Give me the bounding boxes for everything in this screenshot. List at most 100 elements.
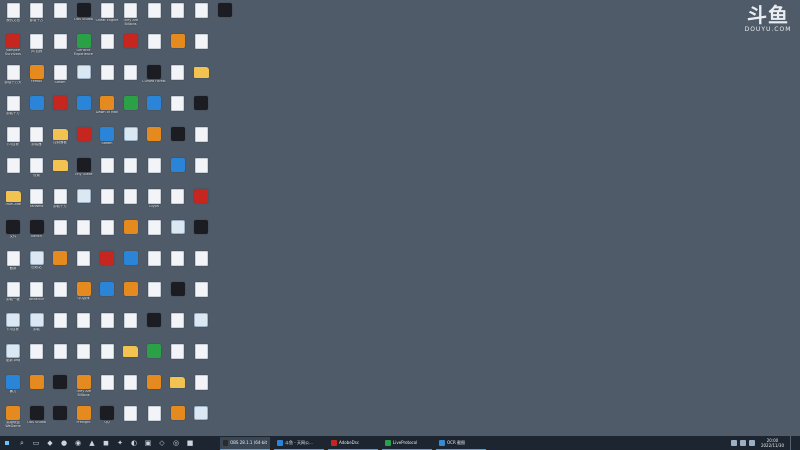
desktop-icon[interactable]: 设置	[25, 156, 49, 186]
desktop-icon[interactable]: 文件	[1, 218, 25, 248]
desktop-icon[interactable]: Attractor	[25, 280, 49, 310]
desktop-icon[interactable]	[95, 342, 119, 372]
desktop-icon[interactable]	[166, 342, 190, 372]
desktop-icon[interactable]	[119, 342, 143, 372]
desktop-icon[interactable]	[166, 63, 190, 93]
desktop-icon[interactable]	[166, 125, 190, 155]
desktop-icon[interactable]	[189, 156, 213, 186]
desktop-icon[interactable]: 回收站	[25, 249, 49, 279]
desktop-icon[interactable]	[142, 404, 166, 434]
desktop-icon[interactable]: 卸载千方天	[1, 63, 25, 93]
desktop-icon[interactable]	[95, 311, 119, 341]
desktop-icon[interactable]	[95, 187, 119, 217]
desktop-icon[interactable]: 卸载	[25, 311, 49, 341]
desktop-icon[interactable]	[72, 187, 96, 217]
input-method-icon[interactable]	[748, 440, 755, 446]
desktop-icon[interactable]	[95, 249, 119, 279]
desktop-icon[interactable]: 卸载器	[25, 125, 49, 155]
desktop-icon[interactable]	[95, 373, 119, 403]
desktop-icon[interactable]	[119, 156, 143, 186]
desktop-icon[interactable]: Glyph	[142, 187, 166, 217]
desktop-icon[interactable]: Steam	[48, 63, 72, 93]
desktop-icon[interactable]	[95, 156, 119, 186]
desktop-icon[interactable]	[189, 342, 213, 372]
desktop-icon[interactable]	[142, 156, 166, 186]
desktop-icon[interactable]: Firefox	[25, 63, 49, 93]
desktop-icon[interactable]	[119, 373, 143, 403]
desktop-icon[interactable]: Vampire Survivors	[1, 32, 25, 62]
desktop-icon[interactable]	[189, 218, 213, 248]
desktop-icon[interactable]	[166, 373, 190, 403]
desktop-icon[interactable]	[189, 63, 213, 93]
desktop-icon[interactable]	[48, 156, 72, 186]
desktop-icon[interactable]: They Are Billions	[119, 1, 143, 31]
taskbar-task-button[interactable]: LiveProtocol	[382, 437, 432, 450]
desktop-icon[interactable]: Cursed Forest	[142, 63, 166, 93]
pin-app-3-icon[interactable]: ◉	[72, 437, 84, 449]
volume-icon[interactable]	[739, 440, 746, 446]
pin-app-5-icon[interactable]: ◼	[100, 437, 112, 449]
desktop-icon[interactable]	[48, 280, 72, 310]
desktop-icon[interactable]	[142, 311, 166, 341]
desktop-icon[interactable]: TrueCode	[1, 187, 25, 217]
desktop-icon[interactable]: QQ游戏	[72, 280, 96, 310]
desktop-icon[interactable]: (0)自我	[1, 125, 25, 155]
desktop-icon[interactable]	[48, 1, 72, 31]
desktop-icon[interactable]	[142, 218, 166, 248]
pin-app-4-icon[interactable]: ▲	[86, 437, 98, 449]
desktop-icon[interactable]	[48, 373, 72, 403]
desktop-icon[interactable]	[48, 249, 72, 279]
taskbar-task-button[interactable]: OBS 28.1.1 (64-bit, ...	[220, 436, 270, 450]
desktop-icon[interactable]	[142, 280, 166, 310]
pin-app-10-icon[interactable]: ◎	[170, 437, 182, 449]
desktop-icon[interactable]	[25, 94, 49, 124]
desktop-icon[interactable]	[166, 156, 190, 186]
desktop-icon[interactable]	[119, 218, 143, 248]
desktop-icon[interactable]	[189, 125, 213, 155]
desktop-icon[interactable]	[119, 125, 143, 155]
pin-app-6-icon[interactable]: ✦	[114, 437, 126, 449]
desktop-icon[interactable]	[166, 404, 190, 434]
desktop-icon[interactable]: (0)自我	[1, 311, 25, 341]
show-desktop-button[interactable]	[790, 436, 794, 450]
desktop-icon[interactable]	[48, 218, 72, 248]
desktop-icon[interactable]: FarWest	[25, 187, 49, 217]
desktop-icon[interactable]	[142, 1, 166, 31]
pin-app-2-icon[interactable]: ●	[58, 437, 70, 449]
desktop-icon[interactable]: They Are Billions	[72, 373, 96, 403]
desktop-icon[interactable]: 卸载千方	[25, 1, 49, 31]
desktop-icon[interactable]	[189, 32, 213, 62]
desktop-icon[interactable]: Dawn of Man	[95, 94, 119, 124]
desktop-icon[interactable]: 卸载一键	[1, 280, 25, 310]
desktop-icon[interactable]	[119, 94, 143, 124]
desktop-icon[interactable]	[25, 342, 49, 372]
desktop-icon[interactable]	[189, 187, 213, 217]
desktop-icon[interactable]	[95, 218, 119, 248]
desktop-icon[interactable]	[48, 342, 72, 372]
desktop-icon[interactable]: Tiny Glade	[72, 156, 96, 186]
desktop-icon[interactable]	[119, 63, 143, 93]
desktop-icon[interactable]: 截屏	[1, 249, 25, 279]
taskbar-task-button[interactable]: OCR 截图	[436, 437, 486, 450]
desktop-icon[interactable]	[189, 1, 213, 31]
taskbar-task-button[interactable]: 斗鱼 - 天网公...	[274, 437, 324, 450]
desktop-icon[interactable]	[48, 311, 72, 341]
desktop-icon[interactable]	[72, 94, 96, 124]
desktop-icon[interactable]	[72, 63, 96, 93]
desktop-icon[interactable]	[48, 32, 72, 62]
desktop-icon[interactable]	[189, 404, 213, 434]
desktop-icon[interactable]	[48, 94, 72, 124]
desktop-icon[interactable]	[166, 1, 190, 31]
desktop-icon[interactable]	[72, 218, 96, 248]
desktop-icon[interactable]	[119, 404, 143, 434]
desktop-icon[interactable]	[189, 280, 213, 310]
start-button[interactable]	[0, 436, 14, 450]
desktop-icon[interactable]	[142, 125, 166, 155]
desktop-icon[interactable]	[189, 249, 213, 279]
pin-app-11-icon[interactable]: ■	[184, 437, 196, 449]
desktop-icon[interactable]: 暴力	[1, 373, 25, 403]
desktop-icon[interactable]	[119, 32, 143, 62]
desktop-icon[interactable]	[142, 94, 166, 124]
desktop-icon[interactable]	[213, 1, 237, 31]
desktop-icon[interactable]	[166, 32, 190, 62]
